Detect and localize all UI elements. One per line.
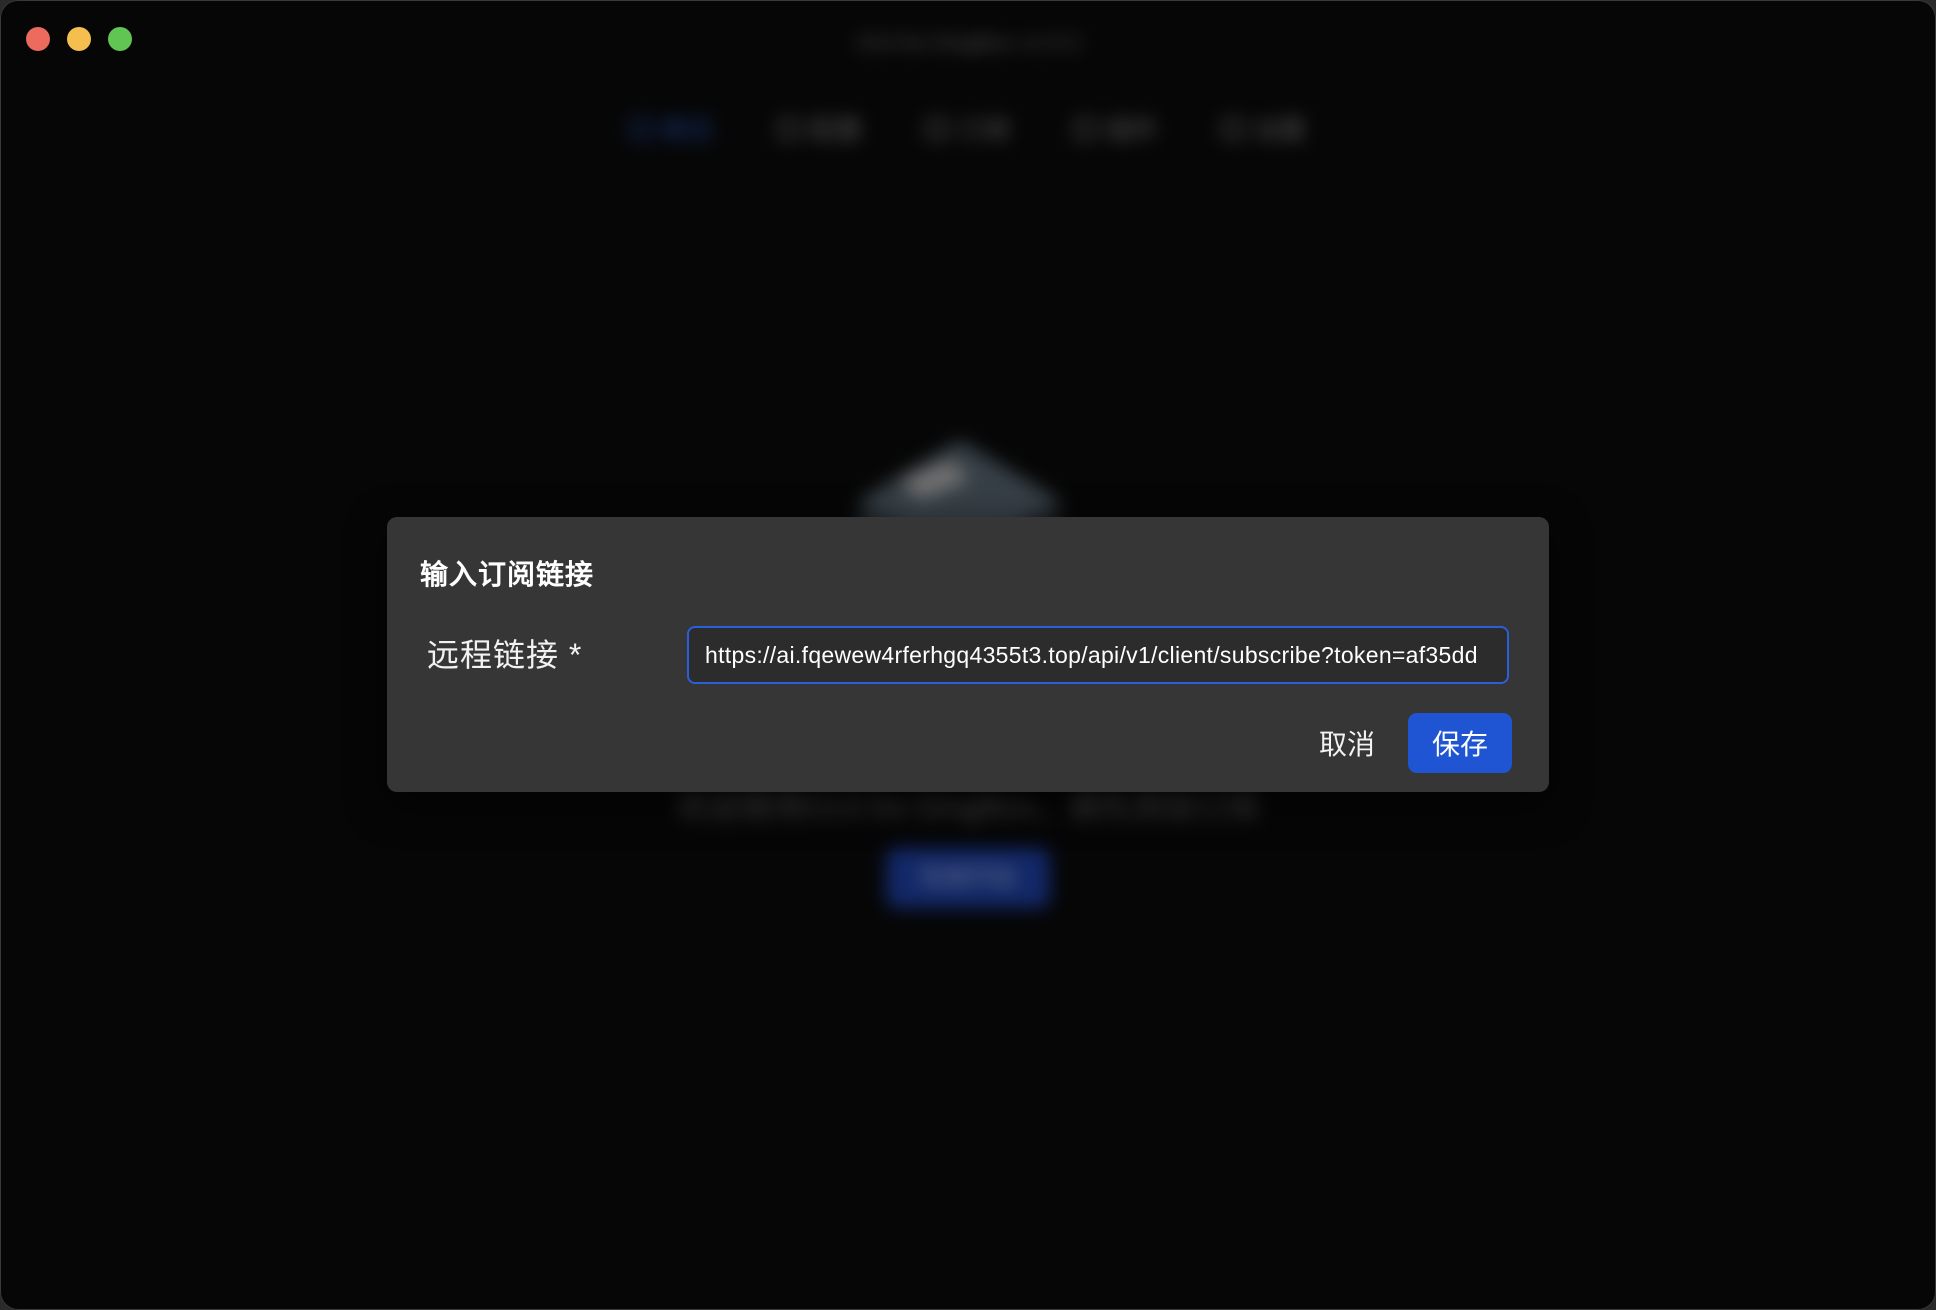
nav-item-settings: 设置 (1222, 110, 1306, 147)
dialog-title: 输入订阅链接 (420, 559, 595, 590)
nav-item-label: 配置 (809, 115, 862, 145)
settings-icon (1222, 117, 1245, 140)
plugins-icon (1074, 117, 1096, 140)
nav-item-label: 插件 (1106, 115, 1159, 145)
nav-item-label: 概览 (661, 115, 714, 145)
home-icon (629, 117, 652, 140)
minimize-window-button[interactable] (67, 27, 91, 51)
remote-url-label: 远程链接 * (427, 637, 583, 673)
close-window-button[interactable] (26, 27, 50, 51)
subscriptions-icon (925, 117, 948, 140)
cancel-button[interactable]: 取消 (1309, 713, 1385, 773)
maximize-window-button[interactable] (108, 27, 132, 51)
quick-start-button: 快速开始 (886, 848, 1050, 908)
nav-item-plugins: 插件 (1074, 110, 1158, 147)
save-button[interactable]: 保存 (1408, 713, 1512, 773)
nav-item-subscriptions: 订阅 (925, 110, 1010, 147)
nav-item-label: 订阅 (957, 115, 1010, 145)
nav-item-profiles: 配置 (777, 110, 862, 147)
window-title: GUI.for.SingBox v1.9.3 (856, 30, 1080, 55)
window-controls (26, 27, 132, 51)
remote-url-input[interactable] (687, 626, 1509, 684)
app-window: GUI.for.SingBox v1.9.3 概览 配置 订阅 插件 设置 欢迎… (0, 0, 1936, 1310)
top-nav: 概览 配置 订阅 插件 设置 (0, 110, 1936, 147)
nav-item-overview: 概览 (629, 110, 714, 147)
subscription-dialog: 输入订阅链接 远程链接 * 取消 保存 (387, 517, 1549, 792)
nav-item-label: 设置 (1254, 115, 1307, 145)
profiles-icon (777, 117, 800, 140)
